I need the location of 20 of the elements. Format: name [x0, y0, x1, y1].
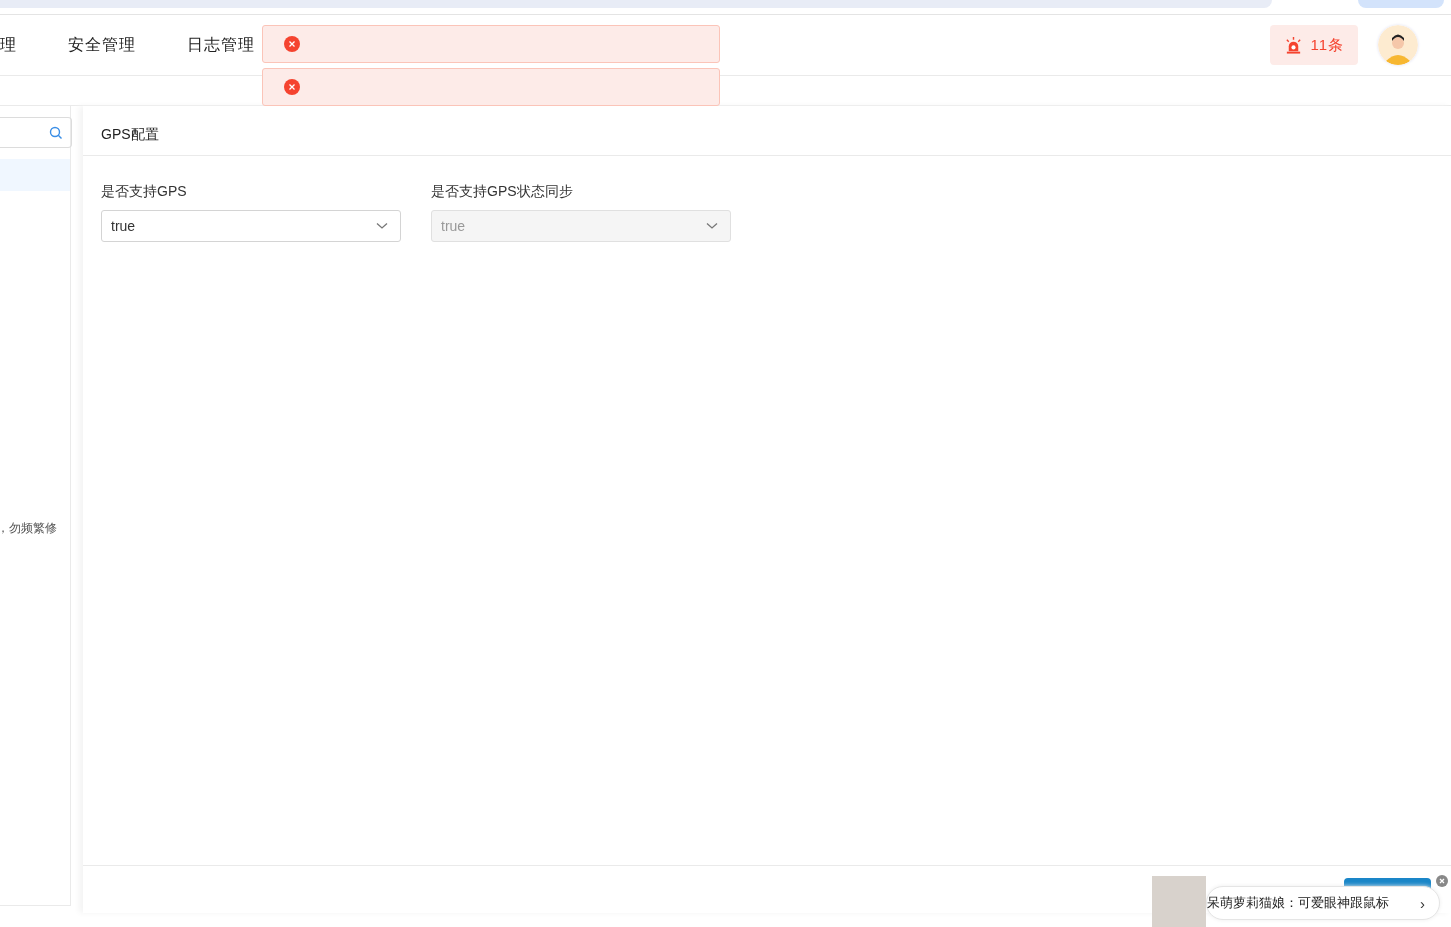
cartoon-picture: [1152, 876, 1206, 927]
sidebar-note: ，勿频繁修: [0, 520, 58, 537]
browser-button[interactable]: [1358, 0, 1444, 8]
search-field[interactable]: [0, 117, 72, 148]
error-icon: [284, 36, 300, 52]
field-label: 是否支持GPS: [101, 183, 188, 201]
chevron-down-icon: [376, 222, 388, 230]
nav-tab[interactable]: 日志管理: [187, 34, 255, 56]
nav-tab[interactable]: 安全管理: [68, 34, 136, 56]
chevron-down-icon: [706, 222, 718, 230]
close-icon[interactable]: [1436, 875, 1448, 887]
promo-popup[interactable]: 呆萌萝莉猫娘：可爱眼神跟鼠标 ›: [1206, 886, 1440, 920]
field-label: 是否支持GPS状态同步: [431, 183, 574, 201]
select-field[interactable]: true: [101, 210, 401, 242]
avatar-icon[interactable]: [1378, 25, 1418, 65]
popup-arrow[interactable]: ›: [1420, 894, 1425, 912]
error-icon: [284, 79, 300, 95]
search-icon: [49, 125, 63, 140]
popup-text: 呆萌萝莉猫娘：可爱眼神跟鼠标: [1207, 894, 1389, 912]
nav-tab[interactable]: 理: [0, 34, 17, 56]
